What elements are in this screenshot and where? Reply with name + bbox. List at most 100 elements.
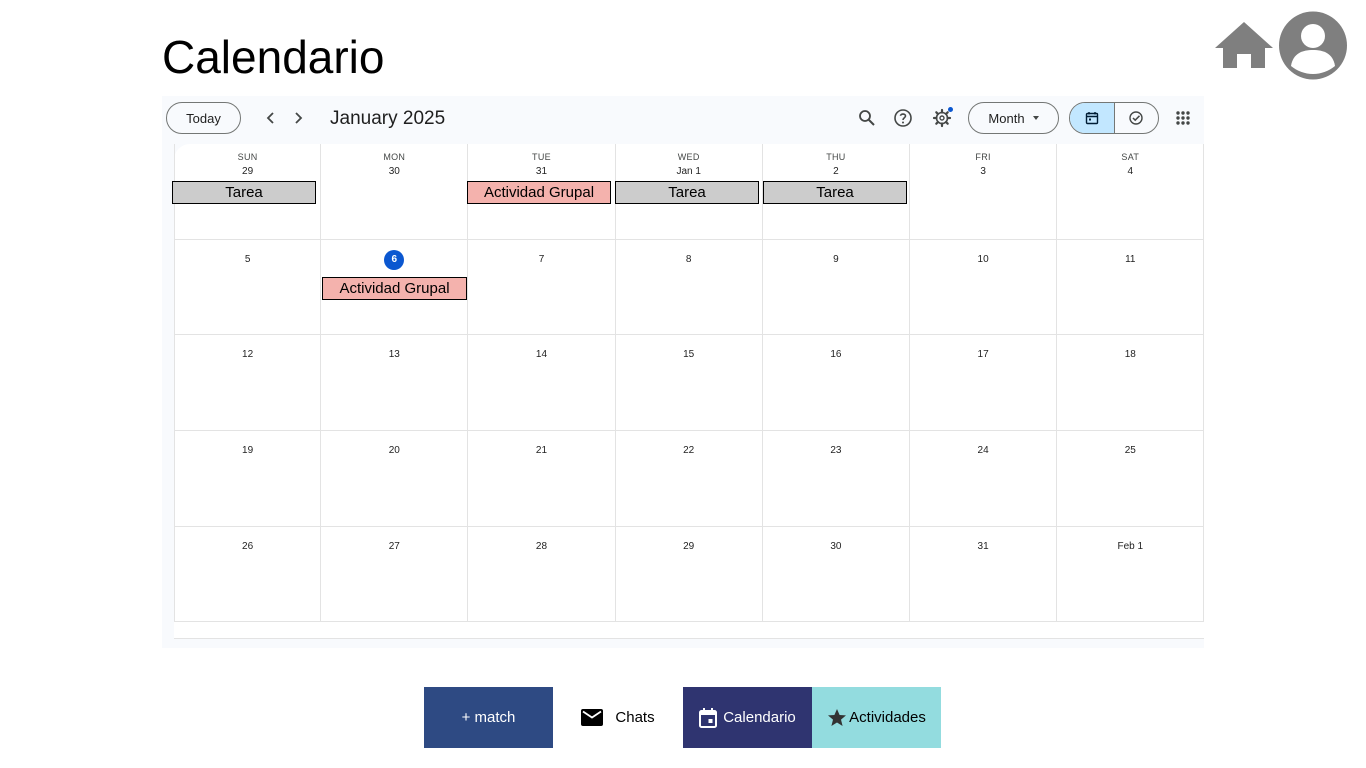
day-cell[interactable]: Feb 1 — [1057, 526, 1204, 623]
month-grid: SUN 29 MON 30 TUE 31 WED Jan 1 THU 2 FRI 3 SAT 4 5 6 7 8 9… — [174, 144, 1204, 639]
day-cell[interactable]: FRI 3 — [910, 144, 1058, 240]
previous-month-button[interactable] — [259, 106, 283, 130]
day-cell[interactable]: 19 — [174, 431, 322, 527]
search-button[interactable] — [855, 106, 879, 130]
day-cell[interactable]: 22 — [615, 431, 763, 527]
day-cell[interactable]: 18 — [1057, 335, 1204, 432]
day-cell[interactable]: 10 — [910, 239, 1058, 336]
day-number[interactable]: Jan 1 — [616, 166, 762, 177]
day-cell[interactable]: 31 — [910, 526, 1058, 623]
day-cell[interactable]: MON 30 — [321, 144, 469, 240]
day-number[interactable]: 26 — [175, 541, 320, 552]
calendar-view-toggle[interactable] — [1070, 103, 1115, 133]
mail-icon — [581, 709, 604, 726]
day-cell[interactable]: 23 — [762, 431, 910, 527]
day-number[interactable]: 23 — [763, 445, 909, 456]
weekday-header: TUE — [532, 152, 551, 162]
day-cell[interactable]: 14 — [468, 335, 616, 432]
chats-tab-label: Chats — [615, 709, 655, 726]
next-month-button[interactable] — [286, 106, 310, 130]
apps-button[interactable] — [1171, 106, 1195, 130]
chevron-right-icon — [295, 112, 303, 124]
tasks-view-toggle[interactable] — [1115, 103, 1159, 133]
view-toggle-group — [1069, 102, 1159, 134]
event-tarea[interactable]: Tarea — [763, 181, 907, 204]
day-number[interactable]: 22 — [616, 445, 762, 456]
day-number[interactable]: 7 — [468, 254, 614, 265]
day-cell[interactable]: 9 — [762, 239, 910, 336]
day-number[interactable]: 20 — [321, 445, 467, 456]
day-cell[interactable]: 28 — [468, 526, 616, 623]
day-number[interactable]: 9 — [763, 254, 909, 265]
day-number[interactable]: 29 — [616, 541, 762, 552]
day-cell[interactable]: 8 — [615, 239, 763, 336]
event-actividad-grupal[interactable]: Actividad Grupal — [322, 277, 467, 300]
day-number[interactable]: 8 — [616, 254, 762, 265]
settings-button[interactable] — [930, 106, 954, 130]
day-number[interactable]: 19 — [175, 445, 320, 456]
home-icon[interactable] — [1213, 20, 1275, 70]
day-number[interactable]: 16 — [763, 349, 909, 360]
today-button[interactable]: Today — [166, 102, 241, 134]
page-title: Calendario — [162, 31, 385, 83]
day-cell[interactable]: 16 — [762, 335, 910, 432]
day-cell[interactable]: 7 — [468, 239, 616, 336]
day-cell[interactable]: 20 — [321, 431, 469, 527]
view-select[interactable]: Month — [968, 102, 1059, 134]
day-number[interactable]: 15 — [616, 349, 762, 360]
day-number[interactable]: 10 — [910, 254, 1056, 265]
day-cell[interactable]: 27 — [321, 526, 469, 623]
event-actividad-grupal[interactable]: Actividad Grupal — [467, 181, 611, 204]
calendario-tab[interactable]: Calendario — [683, 687, 812, 748]
day-number[interactable]: 28 — [468, 541, 614, 552]
day-cell[interactable]: 17 — [910, 335, 1058, 432]
day-number[interactable]: 3 — [910, 166, 1056, 177]
day-number[interactable]: 13 — [321, 349, 467, 360]
event-tarea[interactable]: Tarea — [172, 181, 316, 204]
search-icon — [859, 110, 875, 126]
day-number[interactable]: 29 — [175, 166, 320, 177]
event-tarea[interactable]: Tarea — [615, 181, 759, 204]
day-number[interactable]: 24 — [910, 445, 1056, 456]
user-avatar-icon[interactable] — [1279, 11, 1347, 80]
day-cell[interactable]: 29 — [615, 526, 763, 623]
day-cell[interactable]: 30 — [762, 526, 910, 623]
day-cell[interactable]: 15 — [615, 335, 763, 432]
day-cell[interactable]: SAT 4 — [1057, 144, 1204, 240]
day-number[interactable]: 25 — [1057, 445, 1203, 456]
day-number[interactable]: 4 — [1057, 166, 1203, 177]
day-number[interactable]: 17 — [910, 349, 1056, 360]
day-cell[interactable]: 24 — [910, 431, 1058, 527]
calendario-tab-label: Calendario — [723, 709, 796, 726]
calendar-frame: Today January 2025 Month SUN 29 MON 30 T… — [162, 96, 1204, 648]
day-cell[interactable]: 11 — [1057, 239, 1204, 336]
day-number[interactable]: 12 — [175, 349, 320, 360]
day-number[interactable]: 30 — [763, 541, 909, 552]
view-select-label: Month — [988, 110, 1025, 126]
help-button[interactable] — [891, 106, 915, 130]
day-number[interactable]: 5 — [175, 254, 320, 265]
day-cell[interactable]: 13 — [321, 335, 469, 432]
calendar-icon — [1085, 112, 1098, 125]
today-day-number[interactable]: 6 — [384, 249, 405, 270]
day-number[interactable]: 30 — [321, 166, 467, 177]
day-cell[interactable]: 26 — [174, 526, 322, 623]
day-number[interactable]: 14 — [468, 349, 614, 360]
day-number[interactable]: 31 — [468, 166, 614, 177]
chats-tab[interactable]: Chats — [553, 687, 683, 748]
apps-grid-icon — [1176, 111, 1190, 125]
day-number[interactable]: 18 — [1057, 349, 1203, 360]
actividades-tab[interactable]: Actividades — [812, 687, 941, 748]
day-cell[interactable]: 5 — [174, 239, 322, 336]
day-number[interactable]: 27 — [321, 541, 467, 552]
day-cell[interactable]: 25 — [1057, 431, 1204, 527]
day-number[interactable]: 31 — [910, 541, 1056, 552]
day-number[interactable]: 11 — [1057, 254, 1203, 265]
caret-down-icon — [1032, 116, 1039, 120]
match-tab[interactable]: + match — [424, 687, 553, 748]
day-cell[interactable]: 12 — [174, 335, 322, 432]
day-number[interactable]: 2 — [763, 166, 909, 177]
day-number[interactable]: 21 — [468, 445, 614, 456]
day-number[interactable]: Feb 1 — [1057, 541, 1203, 552]
day-cell[interactable]: 21 — [468, 431, 616, 527]
